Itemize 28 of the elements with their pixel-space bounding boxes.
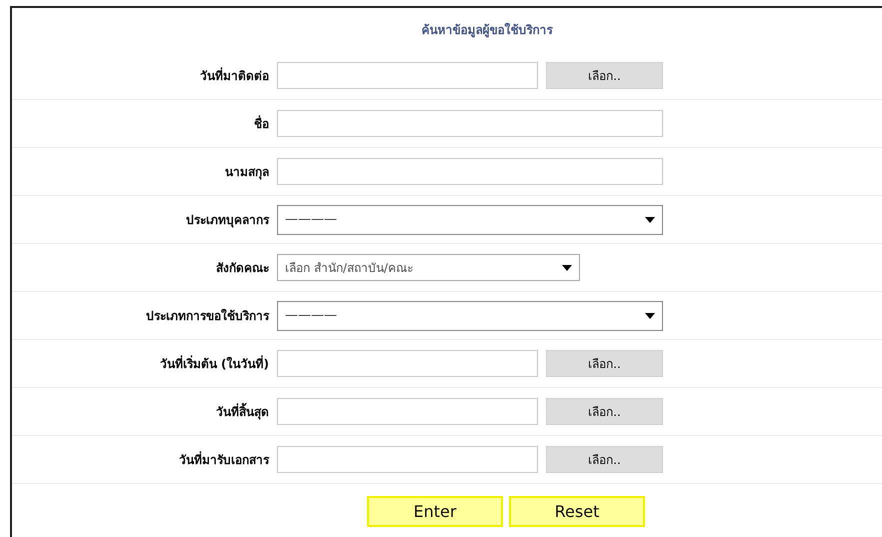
enter-button[interactable]: Enter <box>367 496 503 527</box>
field-label: วันที่มารับเอกสาร <box>179 450 269 468</box>
dropdown-select[interactable]: เลือก สำนัก/สถาบัน/คณะ <box>277 254 580 281</box>
dropdown-caret-icon <box>645 216 655 222</box>
reset-button[interactable]: Reset <box>509 496 645 527</box>
field-label: สังกัดคณะ <box>216 260 269 276</box>
field-label: วันที่มาติดต่อ <box>200 66 269 84</box>
choose-date-button[interactable]: เลือก.. <box>546 398 663 425</box>
field-label: วันที่เริ่มต้น (ในวันที่) <box>160 354 269 372</box>
dropdown-caret-icon <box>562 264 572 270</box>
date-input-field[interactable] <box>277 398 538 425</box>
date-input-field[interactable] <box>277 62 538 89</box>
dropdown-select[interactable]: ———— <box>277 204 663 234</box>
text-input-field[interactable] <box>277 158 663 185</box>
dropdown-select[interactable]: ———— <box>277 300 663 330</box>
choose-date-button[interactable]: เลือก.. <box>546 446 663 473</box>
choose-date-button[interactable]: เลือก.. <box>546 62 663 89</box>
form-title: ค้นหาข้อมูลผู้ขอใช้บริการ <box>422 22 552 39</box>
field-label: นามสกุล <box>225 164 269 180</box>
field-label: ประเภทบุคลากร <box>186 212 269 228</box>
date-input-field[interactable] <box>277 446 538 473</box>
field-label: วันที่สิ้นสุด <box>216 402 269 420</box>
field-label: ชื่อ <box>254 114 269 132</box>
field-label: ประเภทการขอใช้บริการ <box>146 308 269 324</box>
text-input-field[interactable] <box>277 110 663 137</box>
dropdown-caret-icon <box>645 312 655 318</box>
choose-date-button[interactable]: เลือก.. <box>546 350 663 377</box>
date-input-field[interactable] <box>277 350 538 377</box>
